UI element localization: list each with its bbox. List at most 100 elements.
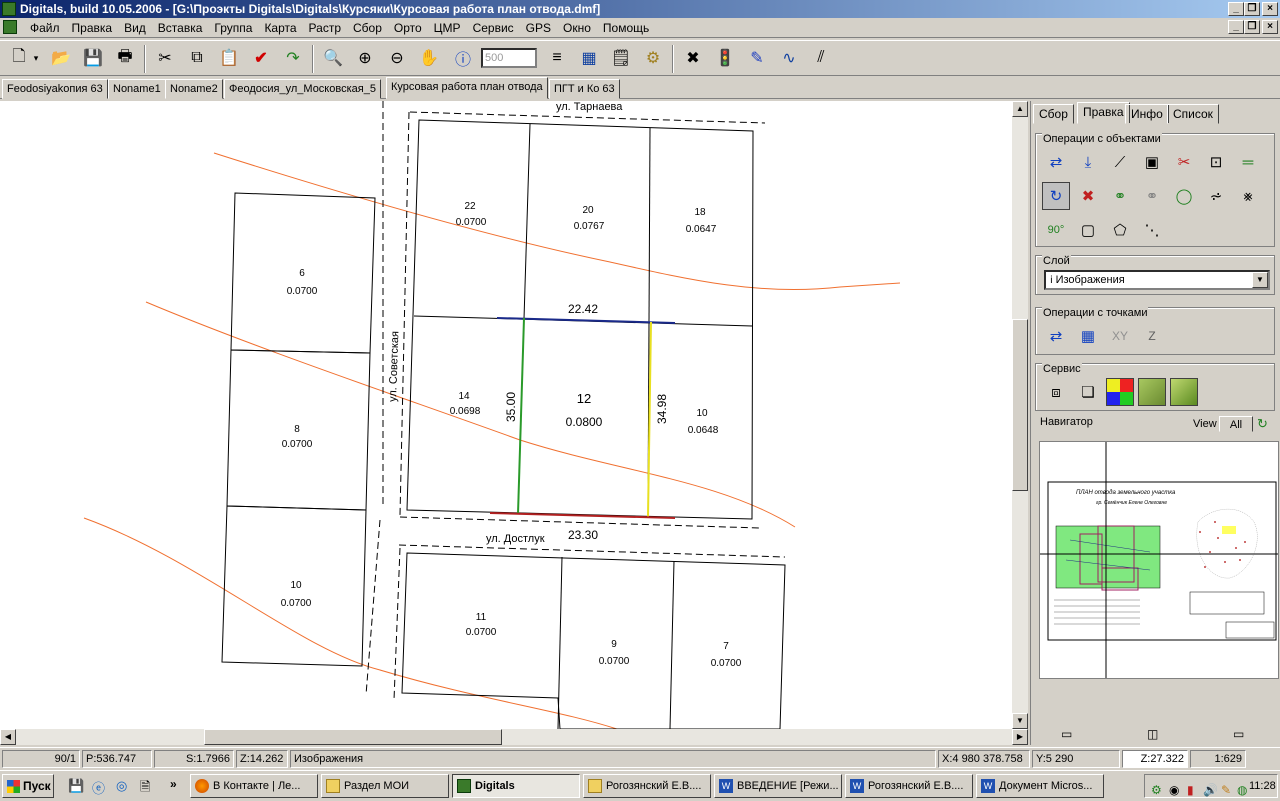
center-point-icon[interactable]: ⊡ xyxy=(1202,148,1230,176)
settings-gears-icon[interactable]: ⚙ xyxy=(640,45,666,71)
scroll-down-icon[interactable]: ▼ xyxy=(1012,713,1028,729)
map-canvas[interactable]: ул. Тарнаева ул. Советская ул. Достлук 2… xyxy=(0,101,1012,729)
status-z-input[interactable]: Z:27.322 xyxy=(1122,750,1188,768)
copy-icon[interactable]: ⧉ xyxy=(184,45,210,71)
nav-view-button[interactable]: View xyxy=(1193,418,1217,430)
panel-split-icon[interactable]: ◫ xyxy=(1147,727,1158,741)
menu-insert[interactable]: Вставка xyxy=(152,21,209,35)
menu-group[interactable]: Группа xyxy=(208,21,258,35)
new-dropdown-icon[interactable]: ▾ xyxy=(30,45,42,71)
delete-arc-icon[interactable]: ✖ xyxy=(1074,182,1102,210)
tray-globe-icon[interactable]: ◍ xyxy=(1237,779,1247,801)
panel-tab-pravka[interactable]: Правка xyxy=(1077,102,1130,124)
table-icon[interactable]: ▦ xyxy=(576,45,602,71)
volume-icon[interactable]: 🔊 xyxy=(1203,779,1218,801)
refresh-icon[interactable]: ↻ xyxy=(1257,416,1268,432)
navigator-preview[interactable]: ПЛАН отвода земельного участка гр. Семён… xyxy=(1039,441,1279,679)
task-digitals[interactable]: Digitals xyxy=(452,774,580,798)
cube-icon[interactable]: ⧈ xyxy=(1042,378,1070,406)
stack-icon[interactable]: ❏ xyxy=(1074,378,1102,406)
panel-tab-spisok[interactable]: Список xyxy=(1167,104,1219,124)
redo-icon[interactable]: ↷ xyxy=(280,45,306,71)
info-icon[interactable]: ⓘ xyxy=(450,45,476,71)
menu-raster[interactable]: Растр xyxy=(303,21,347,35)
panel-right-icon[interactable]: ▭ xyxy=(1233,727,1244,741)
tab-kursovaya[interactable]: Курсовая работа план отвода xyxy=(386,77,548,99)
maximize-button[interactable]: ❐ xyxy=(1244,2,1260,16)
save-icon[interactable]: 💾 xyxy=(80,45,106,71)
circle-icon[interactable]: ◯ xyxy=(1170,182,1198,210)
hatch-icon[interactable]: ⫽ xyxy=(808,45,834,71)
new-file-icon[interactable]: 🗋 xyxy=(6,45,32,71)
menu-collect[interactable]: Сбор xyxy=(347,21,388,35)
panel-tab-info[interactable]: Инфо xyxy=(1125,104,1169,124)
menu-gps[interactable]: GPS xyxy=(520,21,557,35)
scroll-up-icon[interactable]: ▲ xyxy=(1012,101,1028,117)
zoom-tool-icon[interactable]: 🔍 xyxy=(320,45,346,71)
quicklaunch-more-icon[interactable]: » xyxy=(170,777,177,791)
square-icon[interactable]: ▢ xyxy=(1074,216,1102,244)
zoom-in-icon[interactable]: ⊕ xyxy=(352,45,378,71)
union-icon[interactable]: ⚭ xyxy=(1106,182,1134,210)
scale-input[interactable] xyxy=(481,48,537,68)
horizontal-scroll-thumb[interactable] xyxy=(204,729,502,745)
pan-hand-icon[interactable]: ✋ xyxy=(416,45,442,71)
scroll-right-icon[interactable]: ▶ xyxy=(1012,729,1028,745)
quicklaunch-save-icon[interactable]: 💾 xyxy=(68,778,84,794)
edit-line-icon[interactable]: ⟋ xyxy=(1106,148,1134,176)
tab-pgt[interactable]: ПГТ и Ко 63 xyxy=(549,79,620,99)
rotate-90-icon[interactable]: 90° xyxy=(1042,216,1070,244)
menu-ortho[interactable]: Орто xyxy=(388,21,428,35)
task-vkontakte[interactable]: В Контакте | Ле... xyxy=(190,774,318,798)
delete-object-icon[interactable]: ✖ xyxy=(680,45,706,71)
task-razdel[interactable]: Раздел МОИ xyxy=(321,774,449,798)
menu-map[interactable]: Карта xyxy=(258,21,302,35)
panel-tab-sbor[interactable]: Сбор xyxy=(1033,104,1074,124)
split-icon[interactable]: ⨳ xyxy=(1234,182,1262,210)
dashed-line-icon[interactable]: ⋱ xyxy=(1138,216,1166,244)
horizontal-scrollbar[interactable]: ◀ ▶ xyxy=(0,729,1028,745)
doc-restore-button[interactable]: ❐ xyxy=(1244,20,1260,34)
chevron-down-icon[interactable]: ▼ xyxy=(1252,272,1268,288)
xy-button[interactable]: XY xyxy=(1106,322,1134,350)
image-mosaic-icon[interactable] xyxy=(1138,378,1166,406)
polygon-icon[interactable]: ⬠ xyxy=(1106,216,1134,244)
start-button[interactable]: Пуск xyxy=(2,774,54,798)
vertical-scroll-thumb[interactable] xyxy=(1012,319,1028,491)
z-button[interactable]: Z xyxy=(1138,322,1166,350)
task-rogozyanskiy-doc[interactable]: W Рогозянский Е.В.... xyxy=(845,774,973,798)
menu-window[interactable]: Окно xyxy=(557,21,597,35)
panel-left-icon[interactable]: ▭ xyxy=(1061,727,1072,741)
tab-noname1[interactable]: Noname1 xyxy=(108,79,166,99)
image-icon[interactable] xyxy=(1170,378,1198,406)
dz-icon[interactable]: ⩫ xyxy=(1202,182,1230,210)
tab-feodosiya-copy[interactable]: Feodosiyakопия 63 xyxy=(2,79,108,99)
measure-icon[interactable]: ═ xyxy=(1234,148,1262,176)
layer-select[interactable]: ⅰ Изображения ▼ xyxy=(1044,270,1270,290)
traffic-light-icon[interactable]: 🚦 xyxy=(712,45,738,71)
cut-icon[interactable]: ✂ xyxy=(152,45,178,71)
quicklaunch-browser-icon[interactable]: ◎ xyxy=(116,778,127,794)
object-properties-icon[interactable]: ▣ xyxy=(1138,148,1166,176)
nav-all-button[interactable]: All xyxy=(1219,416,1253,432)
menu-edit[interactable]: Правка xyxy=(66,21,119,35)
quicklaunch-doc-icon[interactable]: 🗎 xyxy=(140,778,150,800)
menu-service[interactable]: Сервис xyxy=(467,21,520,35)
doc-close-button[interactable]: × xyxy=(1262,20,1278,34)
doc-minimize-button[interactable]: _ xyxy=(1228,20,1244,34)
menu-dem[interactable]: ЦМР xyxy=(428,21,467,35)
swap-points-icon[interactable]: ⇄ xyxy=(1042,322,1070,350)
minimize-button[interactable]: _ xyxy=(1228,2,1244,16)
form-icon[interactable]: 🗒 xyxy=(608,45,634,71)
task-document-microsoft[interactable]: W Документ Micros... xyxy=(976,774,1104,798)
print-icon[interactable]: 🖶 xyxy=(112,45,138,71)
vertical-scrollbar[interactable]: ▲ ▼ xyxy=(1012,101,1028,729)
close-button[interactable]: × xyxy=(1262,2,1278,16)
task-vvedenie[interactable]: W ВВЕДЕНИЕ [Режи... xyxy=(714,774,842,798)
clock[interactable]: 11:28 xyxy=(1249,775,1276,797)
menu-view[interactable]: Вид xyxy=(118,21,152,35)
document-icon[interactable] xyxy=(3,20,17,34)
network-icon[interactable]: ⚙ xyxy=(1151,779,1162,801)
tray-app-icon[interactable]: ▮ xyxy=(1187,779,1194,801)
check-icon[interactable]: ✔ xyxy=(248,45,274,71)
